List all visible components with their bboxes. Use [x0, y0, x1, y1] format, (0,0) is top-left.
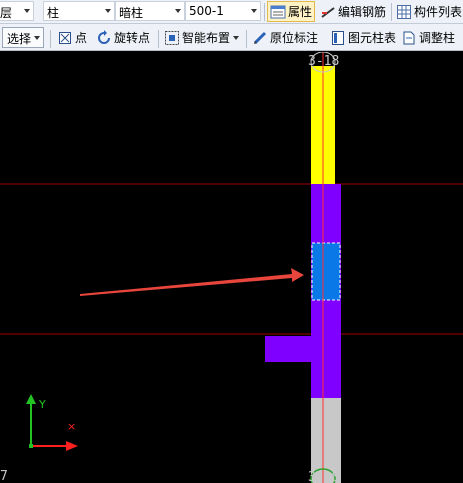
annotation-pencil-icon [252, 30, 268, 46]
toolbar-divider [246, 30, 247, 48]
edit-rebar-label: 编辑钢筋 [338, 5, 387, 19]
canvas-drawing [0, 52, 463, 483]
ucs-x-arrowhead [66, 441, 78, 451]
column-flange-purple[interactable] [265, 336, 341, 362]
draw-toolbar: 选择 点 旋转点 智能布置 原位标注 图元柱表 调整柱 [0, 24, 463, 51]
ucs-origin [29, 444, 33, 448]
edit-rebar-button[interactable]: 编辑钢筋 [318, 1, 388, 22]
point-label: 点 [75, 31, 88, 45]
origin-annotation-button[interactable]: 原位标注 [250, 27, 320, 48]
axis-label-top: 3-18 [308, 54, 340, 69]
rotate-point-label: 旋转点 [114, 31, 151, 45]
select-label: 选择 [7, 32, 32, 46]
toolbar-divider [264, 3, 265, 21]
chevron-down-icon [175, 9, 181, 13]
chevron-down-icon [24, 9, 30, 13]
top-toolbar: 层 柱 暗柱 500-1 属性 编辑钢筋 构件列表 [0, 0, 463, 24]
smart-layout-label: 智能布置 [182, 31, 231, 45]
grid-list-icon [396, 4, 412, 20]
chevron-down-icon [105, 9, 111, 13]
rotate-point-button[interactable]: 旋转点 [94, 27, 152, 48]
element-column-table-button[interactable]: 图元柱表 [328, 27, 398, 48]
component-list-button[interactable]: 构件列表 [394, 1, 463, 22]
selected-column-element[interactable] [311, 242, 341, 301]
type-select-value: 暗柱 [119, 6, 144, 20]
component-list-label: 构件列表 [414, 5, 463, 19]
axis-label-bottom: 3-18 [308, 470, 340, 483]
properties-button[interactable]: 属性 [267, 1, 316, 22]
properties-label: 属性 [288, 5, 313, 19]
adjust-column-icon [401, 30, 417, 46]
drawing-canvas[interactable]: 3-18 3-18 7 Y × [0, 52, 463, 483]
ucs-x-label: × [67, 420, 77, 433]
pointer-arrow [80, 268, 304, 296]
properties-icon [270, 4, 286, 20]
smart-layout-button[interactable]: 智能布置 [162, 27, 241, 48]
floor-select-value: 层 [0, 6, 13, 20]
rotate-icon [96, 29, 112, 46]
smart-layout-icon [164, 30, 180, 46]
adjust-column-label: 调整柱 [419, 31, 456, 45]
corner-label: 7 [0, 469, 8, 483]
ucs-y-arrowhead [26, 394, 36, 404]
select-button[interactable]: 选择 [2, 27, 44, 48]
element-select[interactable]: 500-1 [185, 1, 261, 21]
type-select[interactable]: 暗柱 [115, 1, 185, 21]
chevron-down-icon [251, 9, 257, 13]
floor-select[interactable]: 层 [0, 1, 34, 21]
element-select-value: 500-1 [189, 4, 224, 18]
category-select[interactable]: 柱 [43, 1, 115, 21]
point-button[interactable]: 点 [55, 27, 89, 48]
origin-annotation-label: 原位标注 [270, 31, 319, 45]
toolbar-divider [391, 3, 392, 21]
adjust-column-button[interactable]: 调整柱 [399, 27, 457, 48]
chevron-down-icon [34, 36, 40, 40]
category-select-value: 柱 [47, 6, 60, 20]
element-column-table-label: 图元柱表 [348, 31, 397, 45]
edit-rebar-icon [320, 4, 336, 20]
ucs-y-label: Y [39, 398, 46, 411]
toolbar-divider [50, 30, 51, 48]
chevron-down-icon [233, 35, 240, 40]
column-table-icon [330, 30, 346, 46]
toolbar-divider [158, 30, 159, 48]
point-icon [57, 30, 73, 46]
